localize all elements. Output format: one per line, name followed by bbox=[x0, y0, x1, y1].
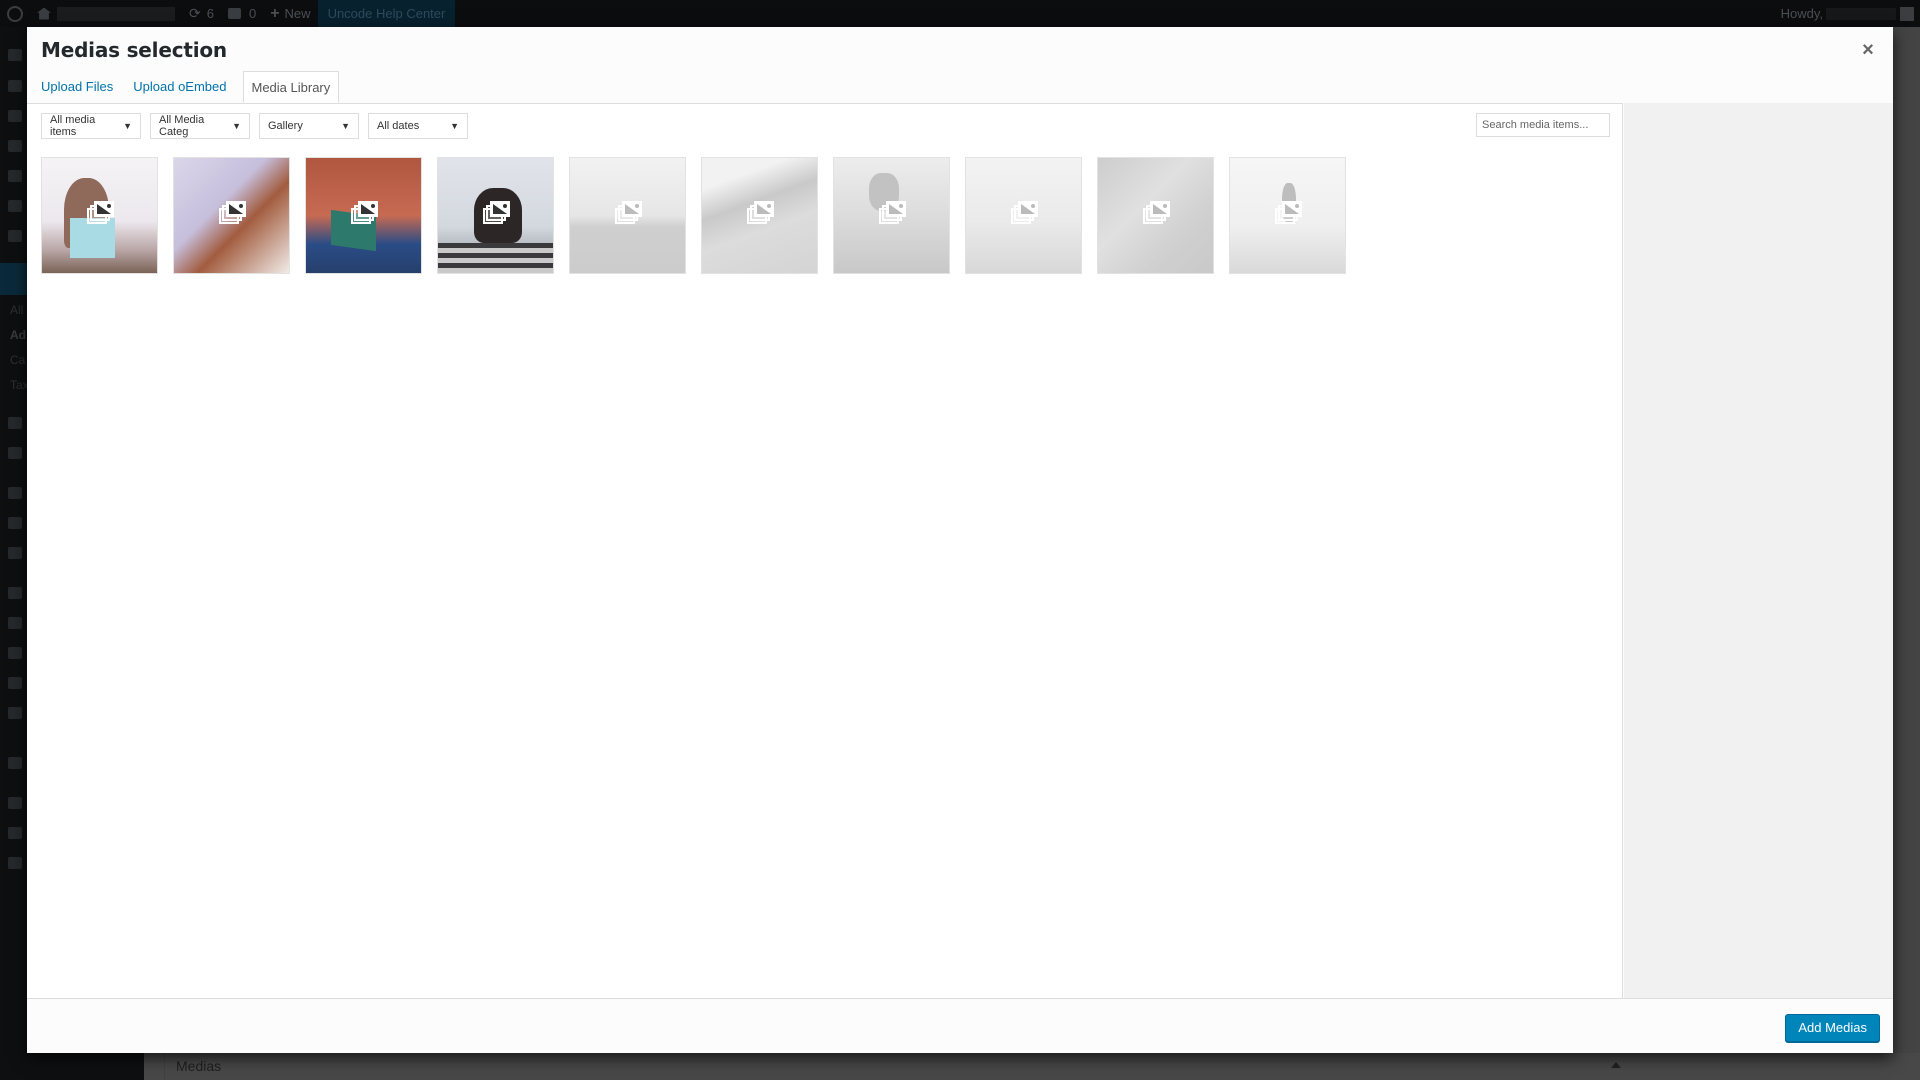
media-modal: Medias selection × Upload Files Upload o… bbox=[27, 27, 1893, 1053]
overlay-backdrop bbox=[1893, 27, 1920, 1080]
filter-value: All media items bbox=[50, 114, 96, 138]
comment-icon bbox=[227, 8, 241, 19]
submenu-item[interactable]: Ca bbox=[10, 353, 25, 367]
mail-icon[interactable] bbox=[8, 447, 22, 459]
modal-title: Medias selection bbox=[41, 38, 227, 62]
filter-value: Gallery bbox=[268, 120, 303, 132]
media-item[interactable] bbox=[965, 157, 1082, 274]
account-menu[interactable]: Howdy, bbox=[1774, 0, 1920, 27]
media-item[interactable] bbox=[701, 157, 818, 274]
rows-icon[interactable] bbox=[8, 170, 22, 182]
filter-media-date[interactable]: All dates ▼ bbox=[368, 113, 468, 139]
media-item[interactable] bbox=[437, 157, 554, 274]
filter-media-type[interactable]: All media items ▼ bbox=[41, 113, 141, 139]
dropdown-arrow-icon: ▼ bbox=[232, 121, 241, 131]
new-label: New bbox=[284, 6, 311, 21]
dropdown-arrow-icon: ▼ bbox=[450, 121, 459, 131]
dashboard-icon[interactable] bbox=[8, 49, 22, 61]
avatar bbox=[1900, 6, 1914, 21]
site-name-redacted bbox=[57, 6, 175, 21]
plugin-icon[interactable] bbox=[8, 617, 22, 629]
background-page: Medias bbox=[144, 1053, 1920, 1080]
wordpress-icon bbox=[7, 5, 23, 22]
media-item[interactable] bbox=[305, 157, 422, 274]
help-center-link[interactable]: Uncode Help Center bbox=[317, 0, 456, 27]
filter-media-format[interactable]: Gallery ▼ bbox=[259, 113, 359, 139]
divider bbox=[164, 1053, 165, 1080]
updates-icon: ⟳ bbox=[189, 5, 201, 21]
submenu-item[interactable]: Ad bbox=[10, 328, 26, 342]
add-medias-button[interactable]: Add Medias bbox=[1785, 1014, 1880, 1042]
admin-bar: ⟳ 6 0 + New Uncode Help Center Howdy, bbox=[0, 0, 1920, 27]
media-item[interactable] bbox=[1097, 157, 1214, 274]
wrench-icon[interactable] bbox=[8, 677, 22, 689]
user-icon[interactable] bbox=[8, 647, 22, 659]
blocks-icon[interactable] bbox=[8, 230, 22, 242]
search-input[interactable] bbox=[1476, 113, 1610, 137]
slider-icon[interactable] bbox=[8, 797, 22, 809]
gallery-icon bbox=[1275, 200, 1303, 224]
gallery-icon bbox=[879, 200, 907, 224]
submenu-item[interactable]: All bbox=[10, 303, 23, 317]
submenu-item[interactable]: Tax bbox=[10, 378, 29, 392]
home-icon bbox=[37, 7, 51, 20]
media-item[interactable] bbox=[41, 157, 158, 274]
tab-media-library[interactable]: Media Library bbox=[242, 71, 340, 103]
gallery-icon bbox=[747, 200, 775, 224]
site-name-button[interactable] bbox=[30, 0, 182, 27]
comments-count: 0 bbox=[248, 6, 257, 21]
tab-upload-oembed[interactable]: Upload oEmbed bbox=[123, 71, 236, 103]
caret-up-icon[interactable] bbox=[1611, 1062, 1621, 1068]
pin-icon[interactable] bbox=[8, 110, 22, 122]
filter-value: All dates bbox=[377, 120, 420, 132]
close-icon[interactable]: × bbox=[1857, 39, 1879, 61]
username-redacted bbox=[1826, 7, 1896, 20]
admin-side-menu: All Ad Ca Tax bbox=[0, 27, 29, 1080]
leaf-icon[interactable] bbox=[8, 547, 22, 559]
media-item[interactable] bbox=[569, 157, 686, 274]
dropdown-arrow-icon: ▼ bbox=[341, 121, 350, 131]
howdy-label: Howdy, bbox=[1780, 6, 1823, 21]
media-item[interactable] bbox=[173, 157, 290, 274]
brush-icon[interactable] bbox=[8, 587, 22, 599]
new-content-button[interactable]: + New bbox=[263, 0, 317, 27]
wp-logo-button[interactable] bbox=[0, 0, 30, 27]
updates-count: 6 bbox=[206, 6, 214, 21]
tab-upload-files[interactable]: Upload Files bbox=[41, 71, 123, 103]
grid-icon[interactable] bbox=[8, 140, 22, 152]
refresh-icon[interactable] bbox=[8, 827, 22, 839]
media-toolbar: All media items ▼ All Media Categ ▼ Galler… bbox=[41, 113, 468, 139]
media-item[interactable] bbox=[1229, 157, 1346, 274]
comments-button[interactable]: 0 bbox=[221, 0, 263, 27]
gallery-icon bbox=[219, 200, 247, 224]
modal-tabs: Upload Files Upload oEmbed Media Library bbox=[41, 71, 340, 103]
updates-button[interactable]: ⟳ 6 bbox=[182, 0, 221, 27]
layers-icon[interactable] bbox=[8, 80, 22, 92]
woo-icon[interactable] bbox=[8, 487, 22, 499]
box-icon[interactable] bbox=[8, 517, 22, 529]
gallery-icon bbox=[483, 200, 511, 224]
medias-section-label: Medias bbox=[176, 1058, 222, 1074]
active-menu-item[interactable] bbox=[0, 263, 27, 295]
gallery-icon bbox=[1143, 200, 1171, 224]
dropdown-arrow-icon: ▼ bbox=[123, 121, 132, 131]
media-grid bbox=[41, 157, 1346, 274]
gallery-icon bbox=[615, 200, 643, 224]
media-icon[interactable] bbox=[8, 200, 22, 212]
plus-icon: + bbox=[270, 4, 280, 22]
cloud-icon[interactable] bbox=[8, 707, 22, 719]
media-item[interactable] bbox=[833, 157, 950, 274]
collapse-icon[interactable] bbox=[8, 857, 22, 869]
media-browser: All media items ▼ All Media Categ ▼ Galler… bbox=[27, 104, 1623, 998]
comments-icon[interactable] bbox=[8, 417, 22, 429]
filter-media-category[interactable]: All Media Categ ▼ bbox=[150, 113, 250, 139]
attachment-details-sidebar bbox=[1624, 103, 1893, 998]
modal-footer: Add Medias bbox=[27, 998, 1893, 1053]
filter-value: All Media Categ bbox=[159, 114, 205, 138]
import-icon[interactable] bbox=[8, 757, 22, 769]
gallery-icon bbox=[87, 200, 115, 224]
gallery-icon bbox=[1011, 200, 1039, 224]
gallery-icon bbox=[351, 200, 379, 224]
